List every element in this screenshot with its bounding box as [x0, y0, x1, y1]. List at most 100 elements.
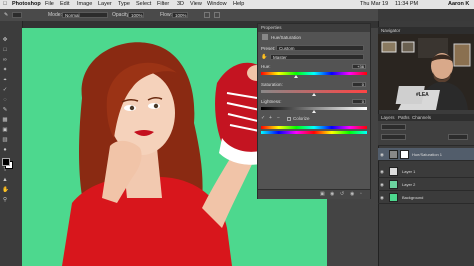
eyedropper-tool-icon[interactable]: ✓: [2, 87, 8, 93]
stamp-tool-icon[interactable]: ▩: [2, 117, 8, 123]
layers-controls: [378, 121, 474, 146]
saturation-label: Saturation:: [261, 82, 283, 87]
eye-icon[interactable]: ◉: [380, 182, 385, 187]
menu-file[interactable]: File: [45, 0, 54, 9]
menu-select[interactable]: Select: [136, 0, 151, 9]
visibility-icon[interactable]: ◉: [350, 192, 354, 197]
view-previous-icon[interactable]: ◉: [330, 192, 334, 197]
menu-layer[interactable]: Layer: [98, 0, 112, 9]
channel-dropdown[interactable]: Master: [270, 54, 364, 60]
path-select-tool-icon[interactable]: ▲: [2, 177, 8, 183]
tab-channels[interactable]: Channels: [412, 114, 431, 121]
eyedropper-plus-icon[interactable]: +: [269, 116, 274, 121]
airbrush-toggle[interactable]: [204, 12, 210, 18]
tools-panel: ✥ □ ∞ ✦ ⌖ ✓ ◌ ✎ ▩ ▣ ▧ ● ✒ T ▲ ✋ ⚲: [0, 21, 23, 266]
laptop-sticker: #LEA: [416, 92, 429, 98]
properties-title[interactable]: Properties: [258, 24, 370, 32]
hue-slider[interactable]: [261, 72, 367, 75]
lightness-label: Lightness:: [261, 99, 282, 104]
input-color-bar: [261, 126, 367, 129]
layer-row-background[interactable]: ◉ Background: [378, 191, 474, 204]
dodge-tool-icon[interactable]: ●: [2, 147, 8, 153]
menubar-datetime: Thu Mar 19: [360, 1, 389, 7]
reset-icon[interactable]: ↺: [340, 192, 344, 197]
apple-icon[interactable]: : [3, 0, 7, 9]
gradient-tool-icon[interactable]: ▧: [2, 137, 8, 143]
foreground-color-swatch[interactable]: [2, 158, 10, 166]
hue-slider-thumb[interactable]: [294, 75, 298, 78]
preset-label: Preset:: [261, 46, 276, 51]
output-color-bar: [261, 131, 367, 134]
lasso-tool-icon[interactable]: ∞: [2, 57, 8, 63]
mode-dropdown[interactable]: Normal: [62, 12, 108, 18]
tab-paths[interactable]: Paths: [398, 114, 410, 121]
eraser-tool-icon[interactable]: ▣: [2, 127, 8, 133]
mask-thumbnail: [400, 150, 409, 159]
layer-opacity-field[interactable]: [448, 134, 468, 140]
mode-label: Mode:: [48, 12, 62, 18]
preset-dropdown[interactable]: Custom: [276, 45, 364, 51]
eyedropper-minus-icon[interactable]: −: [277, 116, 282, 121]
marquee-tool-icon[interactable]: □: [2, 47, 8, 53]
flow-field[interactable]: 100%: [172, 12, 188, 18]
clip-to-layer-icon[interactable]: ▣: [320, 192, 325, 197]
layer-row-layer-2[interactable]: ◉ Layer 2: [378, 178, 474, 191]
lightness-slider-thumb[interactable]: [312, 110, 316, 113]
crop-tool-icon[interactable]: ⌖: [2, 77, 8, 83]
eye-icon[interactable]: ◉: [380, 195, 385, 200]
presenter-video: [378, 34, 474, 110]
lightness-value[interactable]: 0: [352, 99, 366, 104]
blend-mode-dropdown[interactable]: [381, 134, 406, 140]
trash-icon[interactable]: ▫: [360, 192, 362, 197]
layer-row-layer-1[interactable]: ◉ Layer 1: [378, 165, 474, 178]
target-adjust-hand-icon[interactable]: ✋: [261, 54, 268, 60]
move-tool-icon[interactable]: ✥: [2, 37, 8, 43]
menu-filter[interactable]: Filter: [157, 0, 169, 9]
brush-preset-picker[interactable]: [12, 12, 22, 18]
mac-menu-bar:  Photoshop File Edit Image Layer Type S…: [0, 0, 474, 9]
layer-name: Background: [402, 195, 424, 200]
layer-filter-dropdown[interactable]: [381, 124, 406, 130]
menu-window[interactable]: Window: [207, 0, 227, 9]
menu-image[interactable]: Image: [77, 0, 92, 9]
layer-row-hue-saturation[interactable]: ◉ Hue/Saturation 1: [378, 148, 474, 161]
menubar-time: 11:34 PM: [395, 1, 419, 7]
layer-thumbnail: [389, 193, 398, 202]
colorize-label: Colorize: [293, 116, 310, 121]
menu-3d[interactable]: 3D: [177, 0, 184, 9]
brush-tool-icon[interactable]: ✎: [4, 9, 8, 21]
properties-panel: Properties Hue/Saturation Preset: Custom…: [257, 23, 371, 199]
tab-layers[interactable]: Layers: [381, 114, 395, 121]
pressure-toggle[interactable]: [214, 12, 220, 18]
adjustment-thumbnail: [389, 150, 398, 159]
adjustment-title: Hue/Saturation: [271, 35, 302, 40]
layer-thumbnail: [389, 180, 398, 189]
layer-name: Hue/Saturation 1: [412, 152, 443, 157]
colorize-checkbox[interactable]: [287, 117, 291, 121]
menu-type[interactable]: Type: [118, 0, 130, 9]
layer-name: Layer 2: [402, 182, 416, 187]
hue-value[interactable]: +36: [352, 64, 366, 69]
layer-thumbnail: [389, 167, 398, 176]
menubar-user[interactable]: Aaron K: [448, 0, 469, 9]
brush-tool-icon-2[interactable]: ✎: [2, 107, 8, 113]
saturation-value[interactable]: 0: [352, 82, 366, 87]
menu-help[interactable]: Help: [233, 0, 244, 9]
hue-saturation-adjustment-icon: [262, 34, 268, 40]
eye-icon[interactable]: ◉: [380, 169, 385, 174]
menu-app-name[interactable]: Photoshop: [12, 0, 41, 9]
layer-name: Layer 1: [402, 169, 416, 174]
eyedropper-icon[interactable]: ✓: [261, 116, 266, 121]
quick-select-tool-icon[interactable]: ✦: [2, 67, 8, 73]
menu-edit[interactable]: Edit: [60, 0, 69, 9]
opacity-field[interactable]: 100%: [128, 12, 144, 18]
eye-icon[interactable]: ◉: [380, 152, 385, 157]
hand-tool-icon[interactable]: ✋: [2, 187, 9, 193]
presenter-video-overlay: #LEA: [378, 34, 474, 110]
zoom-tool-icon[interactable]: ⚲: [2, 197, 8, 203]
flow-label: Flow:: [160, 12, 172, 18]
navigator-tab[interactable]: Navigator: [378, 27, 474, 34]
healing-tool-icon[interactable]: ◌: [2, 97, 8, 103]
saturation-slider-thumb[interactable]: [312, 93, 316, 96]
menu-view[interactable]: View: [190, 0, 202, 9]
